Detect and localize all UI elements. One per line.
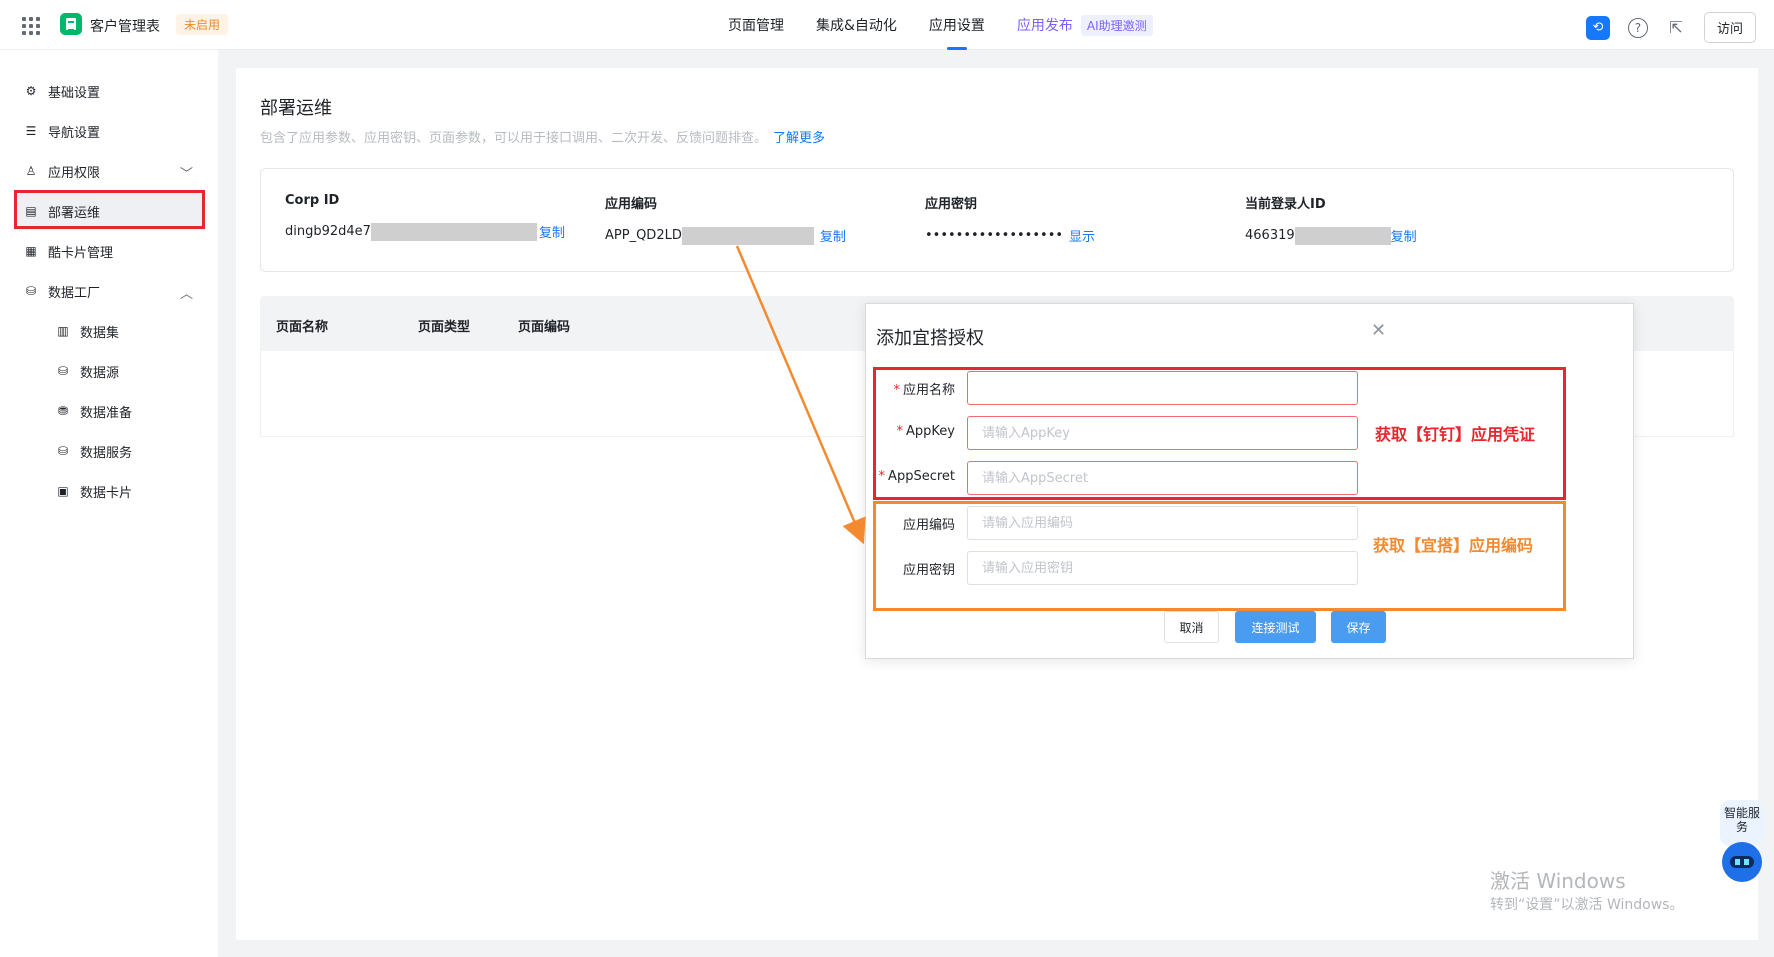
sidebar-item-navigation[interactable]: ☰ 导航设置 [14,112,205,150]
sidebar-highlight-box [14,190,205,229]
tab-page-management[interactable]: 页面管理 [712,0,800,50]
sidebar-item-label: 酷卡片管理 [48,245,114,261]
credential-corp-id: Corp ID dingb92d4e7 复制 [285,193,565,241]
chart-card-icon: ▣ [57,484,69,498]
sidebar-item-label: 数据准备 [80,405,133,421]
redaction-mask [681,226,814,245]
app-logo-icon [60,13,82,35]
description-text: 包含了应用参数、应用密钥、页面参数，可以用于接口调用、二次开发、反馈问题排查。 [260,131,768,146]
sidebar-item-label: 数据集 [80,325,120,341]
status-badge: 未启用 [176,14,229,35]
tab-app-publish[interactable]: 应用发布 [1001,0,1089,50]
copy-corp-id-button[interactable]: 复制 [539,222,565,241]
page-description: 包含了应用参数、应用密钥、页面参数，可以用于接口调用、二次开发、反馈问题排查。了… [260,127,825,146]
column-header-page-code: 页面编码 [518,320,571,335]
credential-login-user-id: 当前登录人ID 466319 复制 [1245,193,1417,245]
visit-button[interactable]: 访问 [1703,12,1756,43]
windows-watermark-subtitle: 转到“设置”以激活 Windows。 [1490,897,1684,913]
user-icon: ♙ [25,164,37,178]
data-prep-icon: ⛃ [57,404,69,418]
credentials-box: Corp ID dingb92d4e7 复制 应用编码 APP_QD2LD 复制… [260,168,1734,272]
tab-app-settings[interactable]: 应用设置 [913,0,1001,50]
close-icon[interactable]: ✕ [1371,320,1386,341]
sidebar-subitem-data-card[interactable]: ▣ 数据卡片 [46,472,196,510]
tab-integration-automation[interactable]: 集成&自动化 [800,0,913,50]
ai-invite-badge[interactable]: AI助理邀测 [1080,14,1153,36]
dataset-icon: ▥ [57,324,69,338]
sidebar-item-label: 数据源 [80,365,120,381]
redaction-mask [370,222,537,241]
column-header-page-type: 页面类型 [418,320,471,335]
sidebar-item-label: 数据服务 [80,445,133,461]
show-secret-button[interactable]: 显示 [1069,226,1095,245]
robot-icon[interactable] [1722,842,1762,882]
external-link-icon[interactable]: ⇱ [1666,18,1686,38]
credential-label: 应用密钥 [925,197,978,212]
sidebar-subitem-datasource[interactable]: ⛁ 数据源 [46,352,196,390]
column-header-page-name: 页面名称 [276,320,329,335]
credential-app-secret: 应用密钥 •••••••••••••••••• 显示 [925,193,1095,245]
sidebar-item-basic-settings[interactable]: ⚙ 基础设置 [14,72,205,110]
credential-label: 应用编码 [605,197,658,212]
credential-app-code: 应用编码 APP_QD2LD 复制 [605,193,846,245]
sidebar: ⚙ 基础设置 ☰ 导航设置 ♙ 应用权限 ﹀ ▤ 部署运维 ▦ 酷卡片管理 ⛁ … [0,50,218,957]
database-icon: ⛁ [57,364,69,378]
modal-title: 添加宜搭授权 [876,328,984,349]
credential-value: 466319 [1245,228,1295,243]
top-nav: 页面管理 集成&自动化 应用设置 应用发布 AI助理邀测 [712,0,1153,50]
credential-value: APP_QD2LD [605,228,682,243]
sidebar-item-label: 数据卡片 [80,485,133,501]
sidebar-item-label: 基础设置 [48,85,101,101]
page-title: 部署运维 [260,98,332,119]
copy-app-code-button[interactable]: 复制 [820,226,846,245]
sidebar-subitem-data-prep[interactable]: ⛃ 数据准备 [46,392,196,430]
chevron-down-icon[interactable]: ﹀ [180,163,193,182]
credential-label: 当前登录人ID [1245,197,1326,212]
sidebar-item-data-factory[interactable]: ⛁ 数据工厂 ︿ [14,272,205,310]
database-icon: ⛁ [57,444,69,458]
sidebar-item-label: 导航设置 [48,125,101,141]
windows-watermark-title: 激活 Windows [1490,869,1626,893]
smart-service-widget[interactable]: 智能服务 [1720,800,1764,892]
credential-label: Corp ID [285,193,340,208]
annotation-dingtalk-credentials: 获取【钉钉】应用凭证 [1375,425,1536,444]
list-icon: ☰ [25,124,37,138]
assistant-icon[interactable]: ⟲ [1585,15,1610,40]
annotation-yida-code: 获取【宜搭】应用编码 [1373,536,1534,555]
yida-code-highlight [873,501,1566,611]
apps-grid-icon[interactable] [22,17,40,35]
grid-icon: ▦ [25,244,37,258]
redaction-mask [1294,226,1391,245]
top-bar: 客户管理表 未启用 页面管理 集成&自动化 应用设置 应用发布 AI助理邀测 ⟲… [0,0,1774,50]
learn-more-link[interactable]: 了解更多 [773,131,825,146]
app-title: 客户管理表 [90,19,160,35]
cancel-button[interactable]: 取消 [1164,611,1219,643]
chevron-up-icon[interactable]: ︿ [180,283,193,302]
sidebar-item-label: 应用权限 [48,165,101,181]
sidebar-item-label: 数据工厂 [48,285,101,301]
smart-service-label: 智能服务 [1720,800,1764,846]
sidebar-subitem-dataset[interactable]: ▥ 数据集 [46,312,196,350]
credential-value: •••••••••••••••••• [925,228,1064,243]
connection-test-button[interactable]: 连接测试 [1235,611,1316,643]
database-icon: ⛁ [25,284,37,298]
sidebar-item-cool-cards[interactable]: ▦ 酷卡片管理 [14,232,205,270]
gear-icon: ⚙ [25,84,37,98]
top-right-actions: ⟲ ? ⇱ 访问 [1585,12,1756,43]
sidebar-subitem-data-service[interactable]: ⛁ 数据服务 [46,432,196,470]
save-button[interactable]: 保存 [1331,611,1386,643]
credential-value: dingb92d4e7 [285,224,371,239]
help-icon[interactable]: ? [1627,17,1648,38]
sidebar-item-permissions[interactable]: ♙ 应用权限 ﹀ [14,152,205,190]
copy-user-id-button[interactable]: 复制 [1391,226,1417,245]
